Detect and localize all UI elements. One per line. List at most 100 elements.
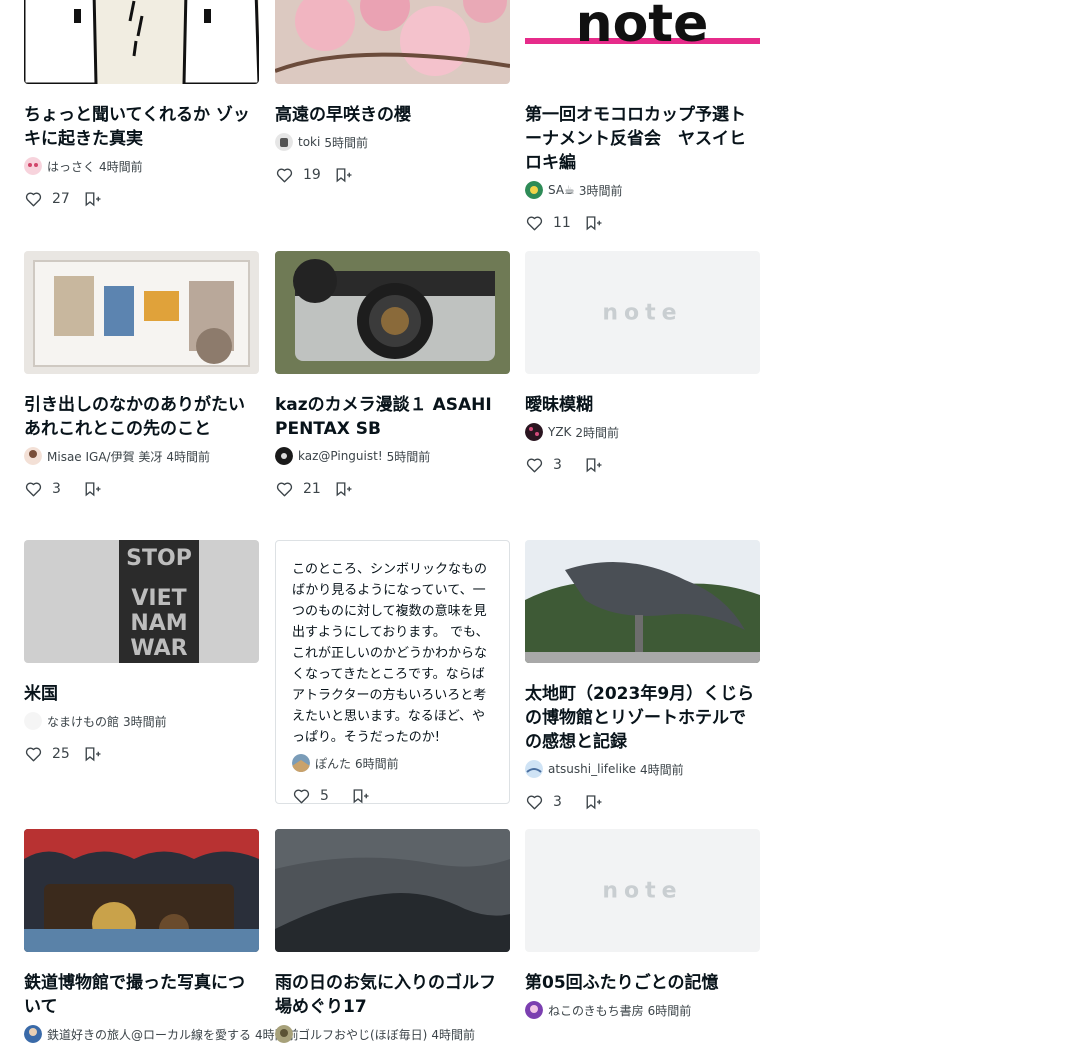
heart-outline-icon[interactable]	[24, 745, 43, 763]
avatar[interactable]	[275, 447, 293, 465]
like-count: 5	[320, 788, 329, 804]
article-thumbnail[interactable]: note	[525, 829, 760, 952]
article-card[interactable]: 引き出しのなかのありがたいあれこれとこの先のこと Misae IGA/伊賀 美冴…	[24, 251, 259, 498]
article-card[interactable]: 太地町（2023年9月）くじらの博物館とリゾートホテルでの感想と記録 atsus…	[525, 540, 760, 811]
locomotive-photo	[24, 829, 259, 952]
svg-text:NAM: NAM	[130, 611, 187, 636]
author-name[interactable]: Misae IGA/伊賀 美冴	[47, 448, 162, 465]
bookmark-add-icon[interactable]	[585, 214, 603, 232]
avatar[interactable]	[275, 1025, 293, 1043]
article-title[interactable]: 曖昧模糊	[525, 393, 760, 417]
article-card[interactable]: 高遠の早咲きの櫻 toki 5時間前 19	[275, 0, 510, 184]
article-card[interactable]: note 第05回ふたりごとの記憶 ねこのきもち書房 6時間前	[525, 829, 760, 1019]
article-card[interactable]: note 曖昧模糊 YZK 2時間前 3	[525, 251, 760, 474]
author-name[interactable]: atsushi_lifelike	[548, 762, 636, 776]
avatar[interactable]	[24, 1025, 42, 1043]
article-title[interactable]: 太地町（2023年9月）くじらの博物館とリゾートホテルでの感想と記録	[525, 682, 760, 754]
bookmark-add-icon[interactable]	[585, 793, 603, 811]
author-name[interactable]: ぽんた	[315, 755, 351, 772]
article-thumbnail[interactable]	[24, 829, 259, 952]
article-thumbnail[interactable]: note	[525, 0, 760, 84]
article-thumbnail[interactable]: note	[525, 251, 760, 374]
author-name[interactable]: toki	[298, 135, 320, 149]
article-thumbnail[interactable]	[24, 251, 259, 374]
article-title[interactable]: 雨の日のお気に入りのゴルフ場めぐり17	[275, 971, 510, 1019]
article-card[interactable]: 雨の日のお気に入りのゴルフ場めぐり17 ゴルフおやじ(ほぼ毎日) 4時間前	[275, 829, 510, 1043]
article-title[interactable]: kazのカメラ漫談１ ASAHI PENTAX SB	[275, 393, 510, 441]
post-time: 5時間前	[324, 135, 368, 150]
article-actions: 21	[275, 480, 510, 498]
author-name[interactable]: kaz@Pinguist!	[298, 449, 383, 463]
like-count: 21	[303, 481, 321, 497]
article-thumbnail[interactable]	[24, 0, 259, 84]
bookmark-add-icon[interactable]	[84, 745, 102, 763]
bookmark-add-icon[interactable]	[352, 787, 370, 805]
article-actions: 11	[525, 214, 760, 232]
post-time: 4時間前	[99, 159, 143, 174]
article-actions: 3	[24, 480, 259, 498]
article-card[interactable]: ちょっと聞いてくれるか ゾッキに起きた真実 はっさく 4時間前 27	[24, 0, 259, 208]
avatar[interactable]	[525, 760, 543, 778]
post-time: 4時間前	[639, 762, 684, 777]
article-thumbnail[interactable]	[275, 829, 510, 952]
svg-text:STOP: STOP	[126, 546, 192, 571]
heart-outline-icon[interactable]	[275, 480, 294, 498]
avatar[interactable]	[24, 712, 42, 730]
avatar[interactable]	[24, 447, 42, 465]
author-name[interactable]: 鉄道好きの旅人@ローカル線を愛する	[47, 1026, 251, 1043]
author-name[interactable]: SA☕	[548, 183, 575, 197]
post-time: 4時間前	[166, 449, 211, 464]
article-meta: なまけもの館 3時間前	[24, 712, 259, 730]
heart-outline-icon[interactable]	[525, 214, 544, 232]
avatar[interactable]	[292, 754, 310, 772]
article-actions: 3	[525, 793, 760, 811]
article-excerpt[interactable]: このところ、シンボリックなものばかり見るようになっていて、一つのものに対して複数…	[292, 559, 493, 748]
article-title[interactable]: 米国	[24, 682, 259, 706]
like-count: 3	[52, 481, 61, 497]
author-name[interactable]: はっさく	[47, 158, 95, 175]
article-thumbnail[interactable]	[275, 251, 510, 374]
avatar[interactable]	[525, 1001, 543, 1019]
avatar[interactable]	[24, 157, 42, 175]
article-title[interactable]: ちょっと聞いてくれるか ゾッキに起きた真実	[24, 103, 259, 151]
heart-outline-icon[interactable]	[275, 166, 294, 184]
article-title[interactable]: 高遠の早咲きの櫻	[275, 103, 510, 127]
article-card[interactable]: STOP VIET NAM WAR 米国 なまけもの館 3時間前 25	[24, 540, 259, 763]
article-card[interactable]: note 第一回オモコロカップ予選トーナメント反省会 ヤスイヒロキ編 SA☕ 3…	[525, 0, 760, 232]
author-name[interactable]: なまけもの館	[47, 713, 119, 730]
heart-outline-icon[interactable]	[525, 456, 544, 474]
bookmark-add-icon[interactable]	[84, 480, 102, 498]
article-title[interactable]: 鉄道博物館で撮った写真について	[24, 971, 259, 1019]
article-card[interactable]: 鉄道博物館で撮った写真について 鉄道好きの旅人@ローカル線を愛する 4時間前	[24, 829, 299, 1043]
article-actions: 27	[24, 190, 259, 208]
heart-outline-icon[interactable]	[24, 480, 43, 498]
post-time: 6時間前	[355, 756, 399, 771]
author-name[interactable]: ねこのきもち書房	[548, 1002, 644, 1019]
heart-outline-icon[interactable]	[292, 787, 311, 805]
like-count: 27	[52, 191, 70, 207]
note-logo-text: note	[576, 0, 709, 54]
author-name[interactable]: ゴルフおやじ(ほぼ毎日)	[298, 1026, 427, 1043]
article-thumbnail[interactable]: STOP VIET NAM WAR	[24, 540, 259, 663]
bookmark-add-icon[interactable]	[585, 456, 603, 474]
post-time: 4時間前	[431, 1027, 476, 1042]
article-title[interactable]: 第一回オモコロカップ予選トーナメント反省会 ヤスイヒロキ編	[525, 103, 760, 175]
avatar[interactable]	[525, 423, 543, 441]
article-title[interactable]: 第05回ふたりごとの記憶	[525, 971, 760, 995]
heart-outline-icon[interactable]	[24, 190, 43, 208]
post-time: 6時間前	[647, 1003, 692, 1018]
article-meta: ぽんた 6時間前	[292, 754, 493, 772]
bookmark-add-icon[interactable]	[335, 166, 353, 184]
author-name[interactable]: YZK	[548, 425, 571, 439]
text-article-card[interactable]: このところ、シンボリックなものばかり見るようになっていて、一つのものに対して複数…	[275, 540, 510, 804]
avatar[interactable]	[525, 181, 543, 199]
bookmark-add-icon[interactable]	[84, 190, 102, 208]
article-title[interactable]: 引き出しのなかのありがたいあれこれとこの先のこと	[24, 393, 259, 441]
heart-outline-icon[interactable]	[525, 793, 544, 811]
avatar[interactable]	[275, 133, 293, 151]
article-card[interactable]: kazのカメラ漫談１ ASAHI PENTAX SB kaz@Pinguist!…	[275, 251, 510, 498]
article-grid: ちょっと聞いてくれるか ゾッキに起きた真実 はっさく 4時間前 27 高遠の早咲…	[24, 0, 760, 1043]
article-thumbnail[interactable]	[275, 0, 510, 84]
bookmark-add-icon[interactable]	[335, 480, 353, 498]
article-thumbnail[interactable]	[525, 540, 760, 663]
